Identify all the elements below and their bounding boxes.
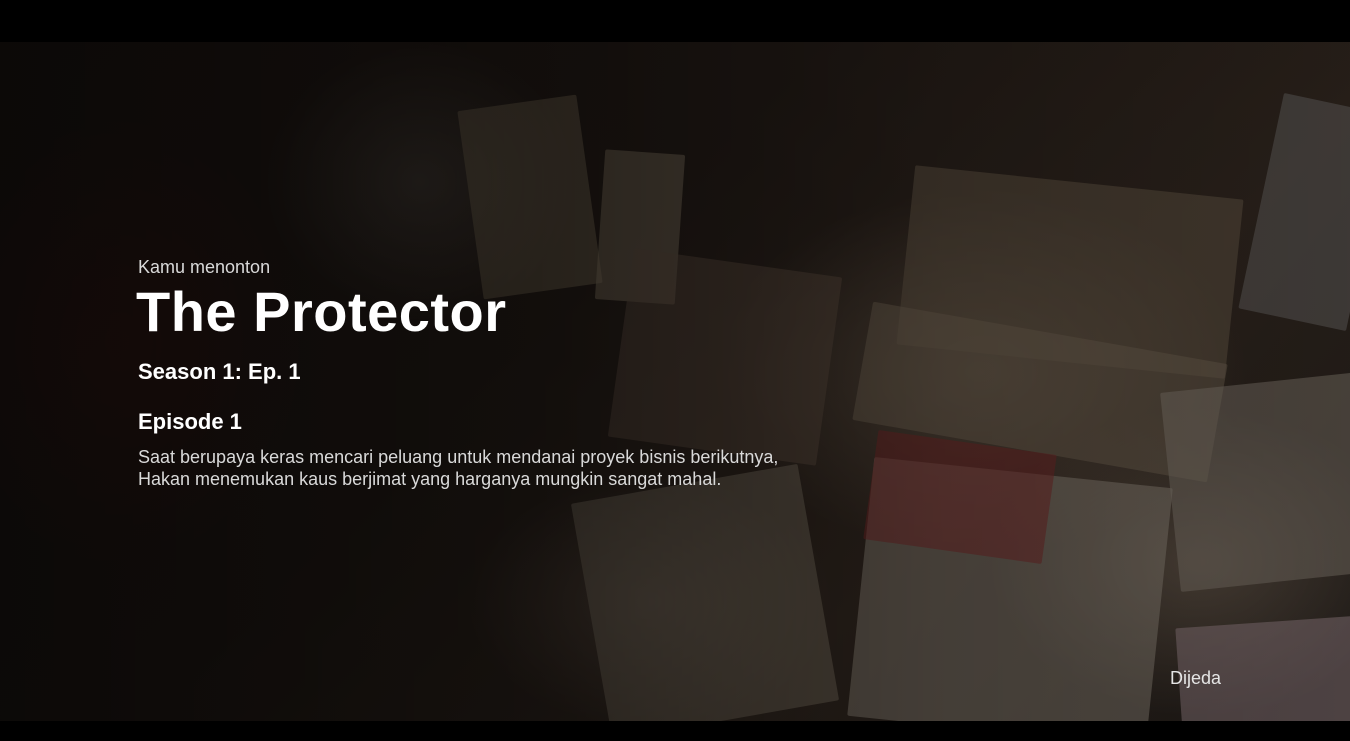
episode-title: Episode 1 xyxy=(138,409,242,434)
letterbox-bottom xyxy=(0,721,1350,741)
letterbox-top xyxy=(0,0,1350,42)
watching-label: Kamu menonton xyxy=(138,257,271,277)
show-title: The Protector xyxy=(136,280,507,343)
episode-synopsis: Saat berupaya keras mencari peluang untu… xyxy=(138,447,779,489)
paused-info-panel: Kamu menonton The Protector Season 1: Ep… xyxy=(136,256,798,490)
paused-status-label: Dijeda xyxy=(1170,668,1222,688)
season-episode-label: Season 1: Ep. 1 xyxy=(138,359,301,384)
video-player[interactable]: Kamu menonton The Protector Season 1: Ep… xyxy=(0,0,1350,741)
